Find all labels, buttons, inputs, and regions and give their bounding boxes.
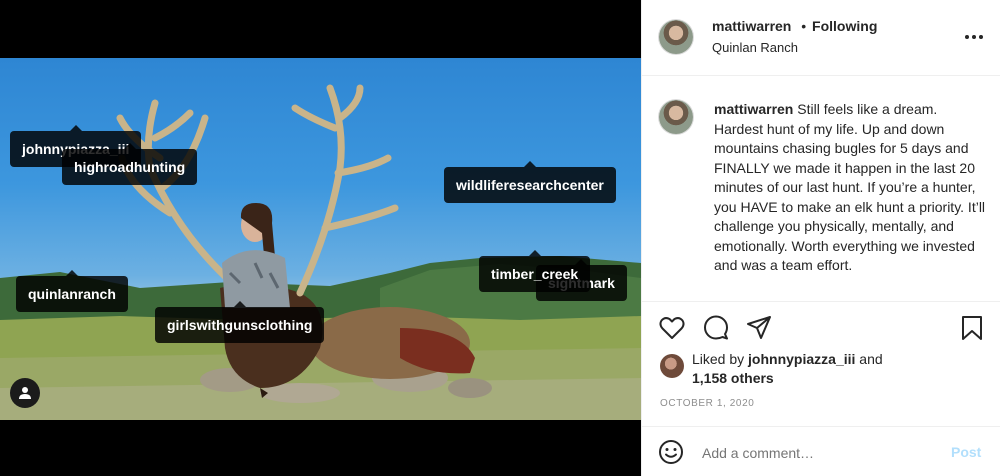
post-caption: mattiwarren Still feels like a dream. Ha… (714, 100, 986, 276)
liker-username[interactable]: johnnypiazza_iii (748, 351, 855, 367)
comment-input[interactable] (700, 440, 924, 466)
caption-avatar[interactable] (659, 100, 693, 134)
avatar[interactable] (659, 20, 693, 54)
more-options-button[interactable] (962, 28, 986, 44)
add-comment-bar: Post (642, 426, 1000, 476)
likes-prefix: Liked by (692, 351, 745, 367)
share-button[interactable] (745, 314, 773, 342)
like-button[interactable] (658, 314, 686, 342)
smiley-icon (659, 440, 683, 464)
tag-highroadhunting[interactable]: highroadhunting (62, 143, 198, 185)
tag-timber-creek[interactable]: timber_creek (479, 250, 591, 292)
post-photo[interactable]: johnnypiazza_iii highroadhunting wildlif… (0, 58, 641, 420)
tag-wildliferesearchcenter[interactable]: wildliferesearchcenter (444, 161, 616, 203)
post-side-panel: mattiwarren • Following Quinlan Ranch ma… (641, 0, 1000, 476)
save-button[interactable] (958, 314, 986, 342)
emoji-button[interactable] (658, 439, 684, 465)
comment-icon (704, 315, 728, 340)
location-link[interactable]: Quinlan Ranch (712, 40, 798, 55)
bookmark-icon (962, 316, 982, 340)
tag-girlswithgunsclothing[interactable]: girlswithgunsclothing (155, 301, 325, 343)
liker-avatar[interactable] (660, 354, 684, 378)
send-icon (747, 316, 771, 339)
post-comment-button[interactable]: Post (951, 444, 981, 460)
likes-others[interactable]: 1,158 others (692, 370, 774, 386)
post-header: mattiwarren • Following Quinlan Ranch (642, 0, 1000, 76)
caption-username[interactable]: mattiwarren (714, 101, 793, 117)
post-actions (642, 302, 1000, 352)
header-username[interactable]: mattiwarren (712, 18, 791, 34)
likes-conjunction: and (859, 351, 883, 367)
likes-text: Liked by johnnypiazza_iii and 1,158 othe… (692, 350, 952, 388)
caption-text: Still feels like a dream. Hardest hunt o… (714, 101, 986, 273)
comment-button[interactable] (702, 314, 730, 342)
instagram-post: johnnypiazza_iii highroadhunting wildlif… (0, 0, 1000, 476)
tagged-users-button[interactable] (10, 378, 40, 408)
follow-separator: • (801, 18, 807, 34)
photo-illustration (0, 84, 641, 420)
heart-icon (659, 317, 685, 339)
follow-status-button[interactable]: Following (812, 18, 877, 34)
header-user-line: mattiwarren • Following (712, 18, 877, 34)
post-date[interactable]: OCTOBER 1, 2020 (660, 398, 754, 409)
user-icon (19, 387, 31, 399)
post-media[interactable]: johnnypiazza_iii highroadhunting wildlif… (0, 0, 641, 476)
tag-quinlanranch[interactable]: quinlanranch (16, 270, 128, 312)
more-horizontal-icon (965, 35, 983, 39)
